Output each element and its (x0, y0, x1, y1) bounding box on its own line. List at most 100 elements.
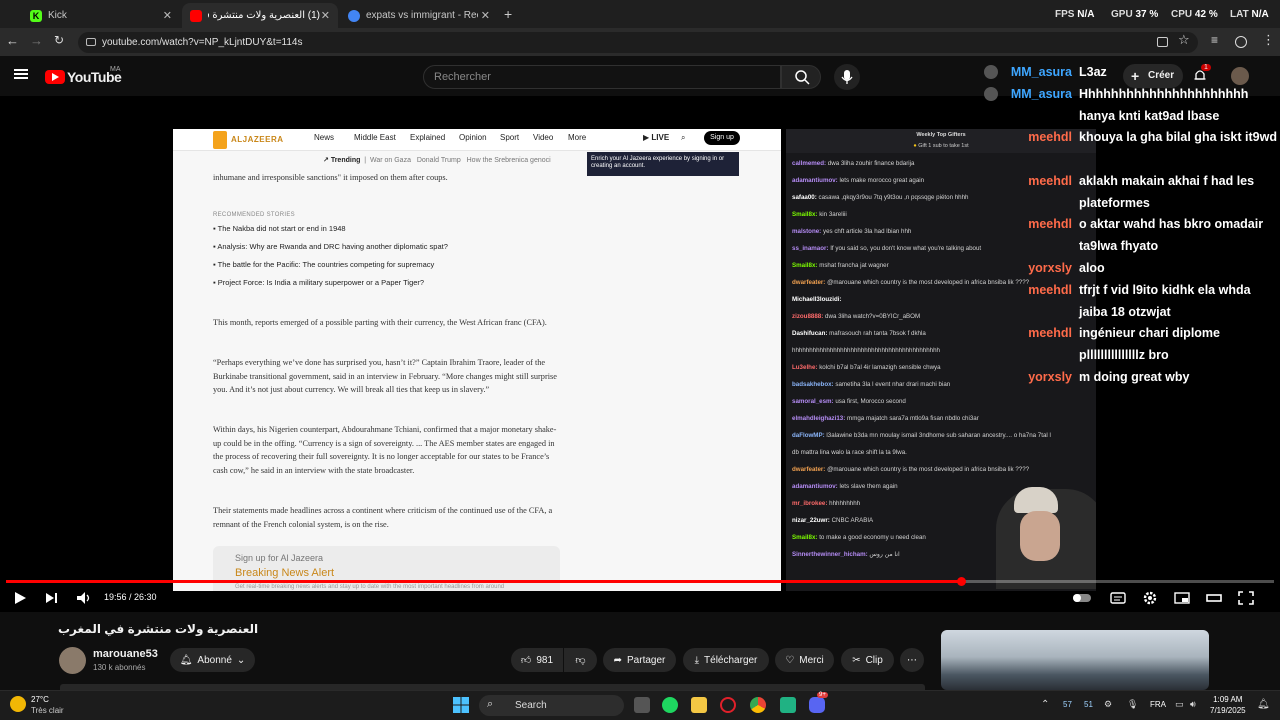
time-display: 19:56 / 26:30 (104, 592, 157, 602)
live-chat-text: khouya la gha bilal gha iskt it9wd (1079, 130, 1277, 144)
search-button[interactable] (781, 65, 821, 89)
stream-chat-line: callmemed: dwa 3liha zouhir finance bdar… (792, 160, 915, 167)
play-icon (15, 592, 26, 604)
reload-icon[interactable]: ↻ (54, 33, 64, 47)
like-count: 981 (536, 654, 554, 666)
live-chat-text: tfrjt f vid l9ito kidhk ela whda jaiba 1… (1079, 283, 1251, 319)
live-chat-username[interactable]: meehdl (960, 170, 1072, 192)
tab-youtube[interactable]: (1) العنصرية ولات منتشرة في ال... ✕ (182, 3, 338, 28)
theater-mode-button[interactable] (1205, 590, 1223, 606)
search-input[interactable]: Rechercher (423, 65, 781, 89)
live-chat-username[interactable]: meehdl (960, 126, 1072, 148)
install-app-icon[interactable] (1157, 37, 1168, 47)
close-tab-icon[interactable]: ✕ (321, 9, 330, 22)
scrubber-handle[interactable] (957, 577, 966, 586)
close-tab-icon[interactable]: ✕ (481, 9, 490, 22)
file-explorer-icon[interactable] (691, 697, 707, 713)
menu-kebab-icon[interactable]: ⋮ (1262, 32, 1275, 48)
discord-icon[interactable]: 9+ (809, 692, 828, 713)
chrome-icon[interactable] (750, 697, 766, 713)
task-view-icon[interactable] (634, 697, 650, 713)
tab-kick[interactable]: K Kick ✕ (22, 3, 180, 28)
article-paragraph: “Perhaps everything we’ve done has surpr… (213, 358, 557, 394)
stream-chat-line: Dashifucan: mafrasouch rah tanta 7bsok f… (792, 330, 926, 337)
tab-google-search[interactable]: expats vs immigrant - Recherch ✕ (340, 3, 498, 28)
site-info-icon[interactable] (86, 38, 96, 46)
live-indicator: ▶ LIVE (643, 133, 670, 142)
live-chat-username[interactable]: yorxsly (960, 257, 1072, 279)
tray-icon[interactable]: ⚙ (1104, 699, 1112, 710)
tray-chevron-up-icon[interactable]: ⌃ (1041, 699, 1049, 710)
close-tab-icon[interactable]: ✕ (163, 9, 172, 22)
stream-chat-line: samoral_esm: usa first, Morocco second (792, 398, 906, 405)
progress-played (6, 580, 961, 583)
channel-avatar[interactable] (59, 647, 86, 674)
speaker-icon[interactable]: 🔊︎ (1190, 699, 1196, 710)
subtitles-icon (1110, 592, 1126, 604)
search-icon: ⌕ (487, 698, 494, 710)
new-tab-button[interactable]: + (504, 6, 512, 22)
forward-icon[interactable]: → (30, 33, 43, 48)
thanks-button[interactable]: ♡ Merci (775, 648, 834, 672)
like-button[interactable]: 👍︎ 981 (511, 648, 563, 672)
recommended-item: ▪ The battle for the Pacific: The countr… (213, 260, 435, 269)
streamer-webcam (996, 487, 1096, 589)
region-code: MA (110, 66, 121, 73)
share-button[interactable]: ➦ Partager (603, 648, 676, 672)
spotify-icon[interactable] (662, 697, 678, 713)
miniplayer-button[interactable] (1173, 590, 1191, 606)
microphone-tray-icon[interactable]: 🎙︎ (1127, 699, 1138, 710)
live-chat-username[interactable]: MM_asura (960, 61, 1072, 83)
taskbar-search[interactable]: Search (479, 695, 624, 716)
live-chat-username[interactable]: yorxsly (960, 366, 1072, 388)
live-chat-text: L3az (1079, 65, 1107, 79)
nav-opinion: Opinion (459, 133, 487, 142)
gear-icon (1143, 591, 1157, 605)
weather-icon[interactable] (10, 696, 26, 712)
notification-center-icon[interactable]: 🔔︎ (1257, 699, 1270, 710)
cpu-readout: CPU 42 % (1171, 9, 1218, 20)
tray-value-1: 57 (1063, 700, 1072, 709)
share-label: Partager (627, 654, 666, 666)
live-chat-username[interactable]: MM_asura (960, 83, 1072, 105)
next-button[interactable] (43, 590, 61, 606)
subscribed-button[interactable]: 🔔︎ Abonné ⌄ (170, 648, 255, 672)
weather-temp: 27°C (31, 695, 49, 704)
nav-video: Video (533, 133, 554, 142)
network-icon[interactable]: ▭ (1175, 699, 1184, 710)
youtube-logo-icon[interactable] (45, 70, 65, 84)
search-icon (795, 70, 810, 85)
related-thumbnail[interactable] (941, 630, 1209, 690)
download-button[interactable]: ⤓ Télécharger (683, 648, 769, 672)
hamburger-menu-icon[interactable] (14, 69, 28, 79)
subtitles-button[interactable] (1109, 590, 1127, 606)
language-indicator[interactable]: FRA (1150, 700, 1166, 709)
browser-tab-bar: K Kick ✕ (1) العنصرية ولات منتشرة في ال.… (0, 0, 1280, 28)
live-chat-username[interactable]: meehdl (960, 279, 1072, 301)
live-chat-username[interactable]: meehdl (960, 322, 1072, 344)
profile-icon[interactable] (1235, 36, 1247, 48)
start-button[interactable] (453, 697, 469, 713)
media-control-icon[interactable]: ≡ (1211, 33, 1218, 47)
volume-button[interactable] (75, 590, 93, 606)
opera-icon[interactable] (720, 697, 736, 713)
fullscreen-button[interactable] (1237, 590, 1255, 606)
channel-name[interactable]: marouane53 (93, 648, 158, 660)
system-clock[interactable]: 1:09 AM 7/19/2025 (1210, 694, 1246, 716)
nav-more: More (568, 133, 587, 142)
address-toolbar: ← → ↻ youtube.com/watch?v=NP_kLjntDUY&t=… (0, 28, 1280, 56)
url-field[interactable]: youtube.com/watch?v=NP_kLjntDUY&t=114s (78, 32, 1198, 53)
more-actions-button[interactable]: ⋯ (900, 648, 924, 672)
play-button[interactable] (11, 590, 29, 606)
app-icon[interactable] (780, 697, 796, 713)
settings-button[interactable] (1141, 590, 1159, 606)
recommended-heading: RECOMMENDED STORIES (213, 212, 295, 218)
live-chat-text: ingénieur chari diplome plllllllllllllll… (1079, 326, 1220, 362)
bookmark-star-icon[interactable]: ☆ (1178, 32, 1190, 48)
autoplay-toggle[interactable] (1073, 590, 1091, 606)
live-chat-username[interactable]: meehdl (960, 213, 1072, 235)
clip-button[interactable]: ✂ Clip (841, 648, 894, 672)
dislike-button[interactable]: 👎︎ (564, 648, 597, 672)
back-icon[interactable]: ← (6, 33, 19, 48)
voice-search-button[interactable] (834, 64, 860, 90)
